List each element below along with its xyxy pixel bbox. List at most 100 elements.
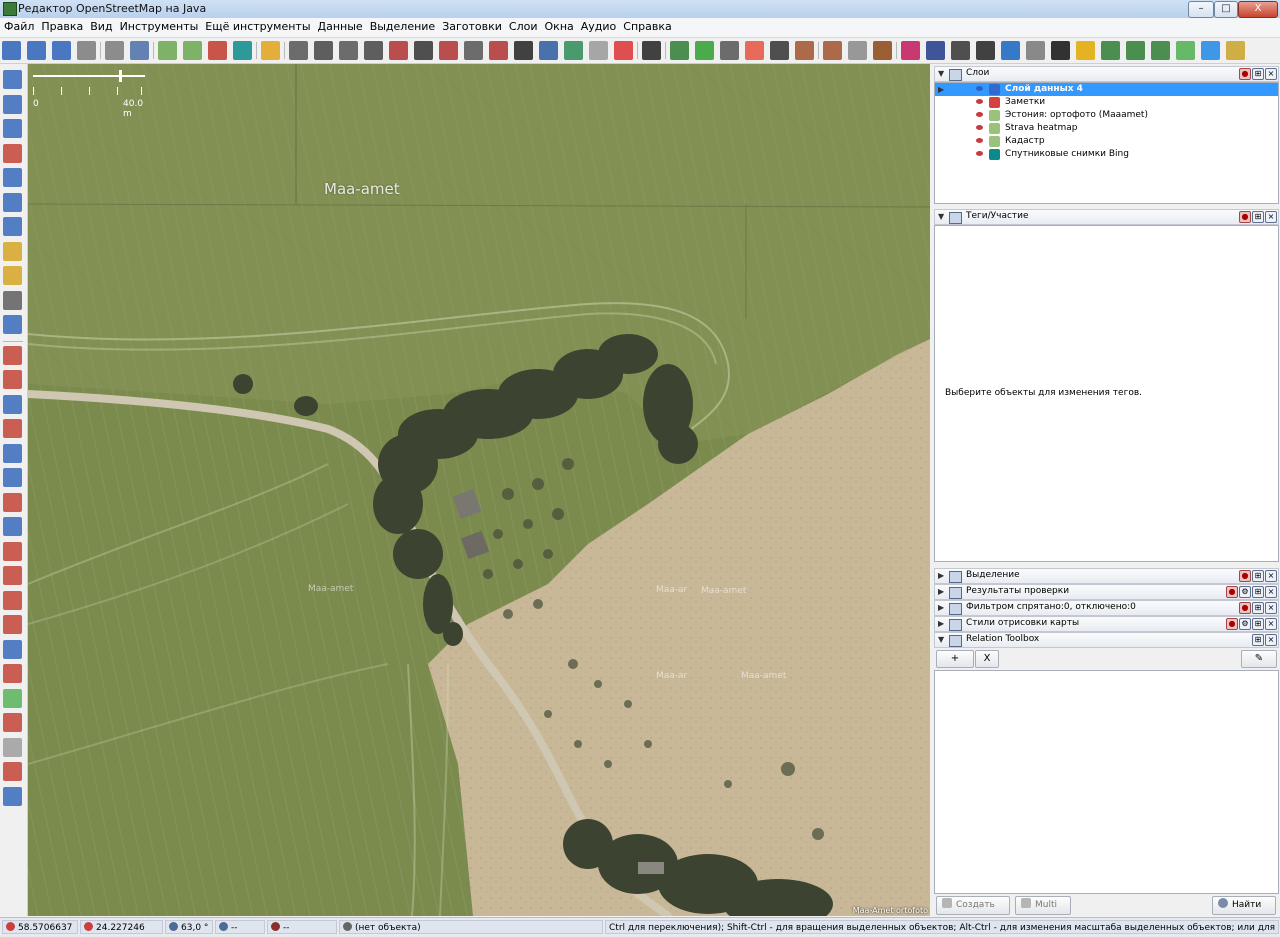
zoom-preferences-icon[interactable] [130,41,149,60]
undo-icon[interactable] [77,41,96,60]
castle-icon[interactable] [795,41,814,60]
download-area-icon[interactable] [3,590,22,610]
panel-close-icon[interactable]: × [1265,68,1277,80]
globe-icon[interactable] [564,41,583,60]
panel-close-icon[interactable]: × [1265,618,1277,630]
bowl-icon[interactable] [720,41,739,60]
expand-arrow-icon[interactable]: ▶ [938,601,944,614]
expand-arrow-icon[interactable]: ▶ [938,569,944,582]
layer-row[interactable]: Эстония: ортофото (Maaamet) [935,109,1278,122]
panel-detach-icon[interactable]: ⊞ [1252,211,1264,223]
menu-item[interactable]: Вид [86,18,115,35]
beer-icon[interactable] [1076,41,1095,60]
visibility-eye-icon[interactable] [976,112,983,117]
menu-item[interactable]: Ещё инструменты [201,18,313,35]
collapsed-panel-header[interactable]: ▶ Фильтром спрятано:0, отключено:0 ● ⊞ × [934,600,1279,616]
visibility-eye-icon[interactable] [976,138,983,143]
circle-icon[interactable] [589,41,608,60]
maximize-button[interactable]: □ [1214,1,1238,18]
layers-toggle-icon[interactable] [3,345,22,365]
traffic-light-icon[interactable] [261,41,280,60]
panel-detach-icon[interactable]: ⊞ [1252,634,1264,646]
panel-help-icon[interactable]: ● [1226,618,1238,630]
menu-item[interactable]: Заготовки [438,18,505,35]
menu-item[interactable]: Аудио [577,18,620,35]
panel-help-icon[interactable]: ● [1226,586,1238,598]
panel-detach-icon[interactable]: ⊞ [1252,68,1264,80]
expand-arrow-icon[interactable]: ▶ [938,585,944,598]
tasks-icon[interactable] [3,713,22,732]
expand-arrow-icon[interactable]: ▶ [938,617,944,630]
draw-nodes-icon[interactable] [3,168,22,187]
shop-cart-icon[interactable] [901,41,920,60]
water-icon[interactable] [1201,41,1220,60]
relation-toolbox-icon[interactable] [3,639,22,659]
panel-settings-icon[interactable]: ⚙ [1239,618,1251,630]
redo-icon[interactable] [105,41,124,60]
remove-relation-button[interactable]: X [975,650,999,668]
multi-button[interactable]: Multi [1015,896,1071,915]
barrier-icon[interactable] [439,41,458,60]
panel-settings-icon[interactable]: ⚙ [1239,586,1251,598]
find-button[interactable]: Найти [1212,896,1276,915]
atm-icon[interactable] [951,41,970,60]
balloons-icon[interactable] [745,41,764,60]
church-icon[interactable] [848,41,867,60]
imagery-offset-icon[interactable] [183,41,202,60]
filter-icon[interactable] [3,541,22,561]
panel-help-icon[interactable]: ● [1239,211,1251,223]
layer-row[interactable]: Заметки [935,96,1278,109]
map-view[interactable]: 0 40.0 m Maa-amet Maa-amet Maa-ar Maa-am… [28,64,930,916]
restaurant-icon[interactable] [873,41,892,60]
properties-toggle-icon[interactable] [3,370,22,389]
door-icon[interactable] [364,41,383,60]
relation-toolbox-header[interactable]: ▼ Relation Toolbox ⊞ × [934,632,1279,648]
picture-icon[interactable] [670,41,689,60]
pencil-icon[interactable] [3,266,22,285]
dollar-icon[interactable] [976,41,995,60]
visibility-eye-icon[interactable] [976,99,983,104]
barcode-icon[interactable] [3,762,22,781]
map-style-icon[interactable] [3,566,22,585]
flag-russia-icon[interactable] [614,41,633,60]
collapse-arrow-icon[interactable]: ▼ [938,67,944,80]
imagery-add-icon[interactable] [158,41,177,60]
more-panels-icon[interactable] [3,786,22,806]
more-tools-icon[interactable] [3,315,22,334]
layer-row[interactable]: Strava heatmap [935,122,1278,135]
zoom-icon[interactable] [3,119,22,138]
paperclip-icon[interactable] [1026,41,1045,60]
car-icon[interactable] [514,41,533,60]
history-icon[interactable] [3,443,22,463]
remote-control-icon[interactable] [208,41,227,60]
theatre-icon[interactable] [642,41,661,60]
expand-arrow-icon[interactable]: ▶ [938,83,944,96]
collapse-arrow-icon[interactable]: ▼ [938,633,944,646]
conflicts-icon[interactable] [3,517,22,536]
menu-item[interactable]: Данные [314,18,366,35]
menu-item[interactable]: Справка [619,18,674,35]
lab-icon[interactable] [1001,41,1020,60]
panel-help-icon[interactable]: ● [1239,570,1251,582]
validation-icon[interactable] [3,492,22,512]
collapsed-panel-header[interactable]: ▶ Выделение ● ⊞ × [934,568,1279,584]
panel-close-icon[interactable]: × [1265,602,1277,614]
menu-item[interactable]: Правка [37,18,86,35]
improve-way-icon[interactable] [3,192,22,212]
close-button[interactable]: X [1238,1,1278,18]
collapsed-panel-header[interactable]: ▶ Стили отрисовки карты ● ⚙ ⊞ × [934,616,1279,632]
menu-item[interactable]: Слои [505,18,541,35]
layers-panel-header[interactable]: ▼ Слои ● ⊞ × [934,66,1279,82]
changesets-icon[interactable] [3,688,22,708]
brick-icon[interactable] [389,41,408,60]
plus-medical-icon[interactable] [695,41,714,60]
panel-help-icon[interactable]: ● [1239,602,1251,614]
create-button[interactable]: Создать [936,896,1010,915]
notes-icon[interactable] [3,615,22,634]
railway-icon[interactable] [414,41,433,60]
tree-icon[interactable] [1101,41,1120,60]
wheat-icon[interactable] [1226,41,1245,60]
visibility-eye-icon[interactable] [976,151,983,156]
road-icon[interactable] [289,41,308,60]
fence-icon[interactable] [489,41,508,60]
